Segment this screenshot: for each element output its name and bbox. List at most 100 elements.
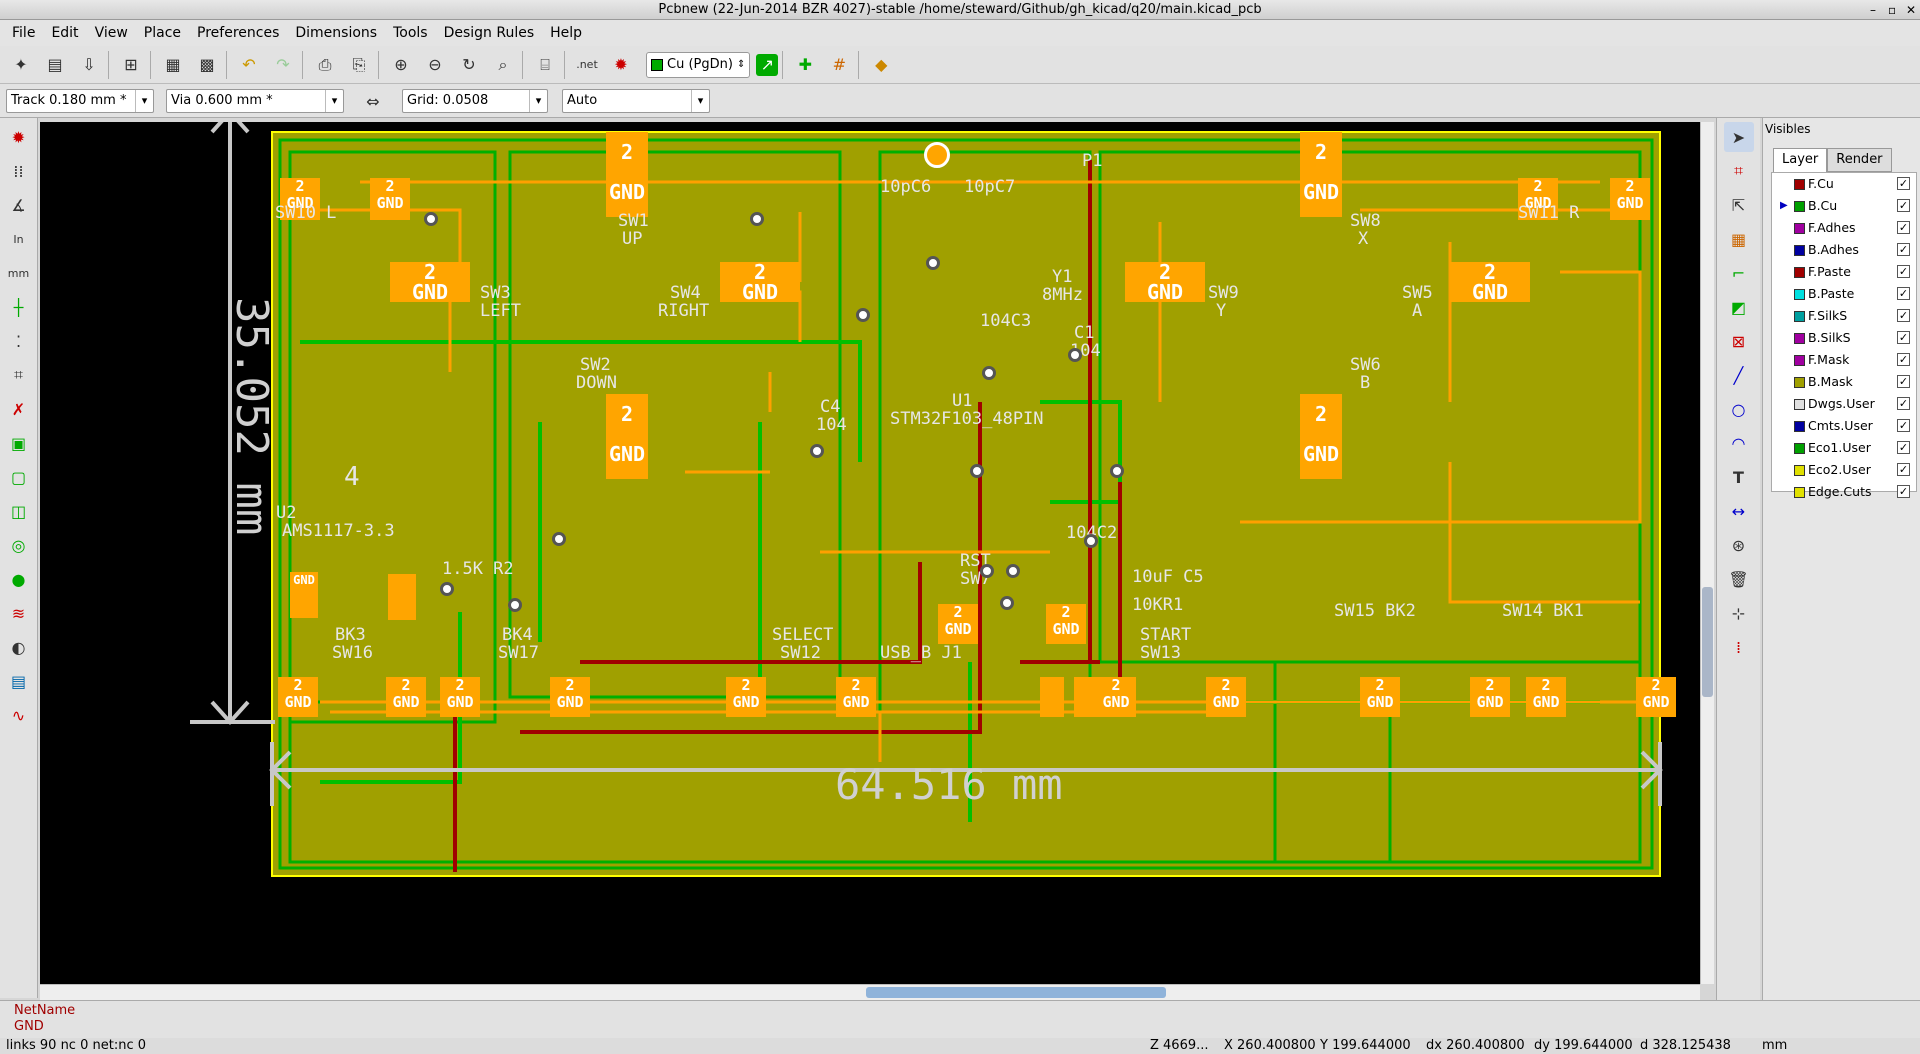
- layer-row[interactable]: Eco1.User ✓: [1772, 437, 1916, 459]
- via[interactable]: [980, 564, 994, 578]
- units-mm-icon[interactable]: mm: [4, 258, 34, 288]
- add-track-icon[interactable]: ⌐: [1724, 258, 1754, 288]
- add-keepout-icon[interactable]: ⊠: [1724, 326, 1754, 356]
- units-inch-icon[interactable]: In: [4, 224, 34, 254]
- layer-name[interactable]: F.Cu: [1808, 173, 1834, 195]
- layer-name[interactable]: F.SilkS: [1808, 305, 1847, 327]
- find-icon[interactable]: ⌸: [530, 50, 560, 80]
- layer-visible-checkbox[interactable]: ✓: [1897, 177, 1910, 190]
- pad-sw17-gnd[interactable]: 2 GND: [440, 677, 480, 717]
- freeroute-icon[interactable]: ◆: [866, 50, 896, 80]
- local-ratsnest-icon[interactable]: ⇱: [1724, 190, 1754, 220]
- zone-outline-icon[interactable]: ▢: [4, 462, 34, 492]
- read-netlist-icon[interactable]: .net: [572, 50, 602, 80]
- menu-file[interactable]: File: [4, 25, 43, 41]
- layer-name[interactable]: B.Adhes: [1808, 239, 1859, 261]
- via[interactable]: [1110, 464, 1124, 478]
- layer-color-swatch[interactable]: [1794, 311, 1805, 322]
- menu-tools[interactable]: Tools: [385, 25, 436, 41]
- layers-manager-icon[interactable]: ▤: [4, 666, 34, 696]
- via[interactable]: [856, 308, 870, 322]
- minimize-icon[interactable]: –: [1870, 0, 1876, 20]
- layer-row[interactable]: F.Mask ✓: [1772, 349, 1916, 371]
- layer-row[interactable]: F.SilkS ✓: [1772, 305, 1916, 327]
- tab-layer[interactable]: Layer: [1773, 148, 1828, 172]
- pad-sw12-gnd-b[interactable]: 2 GND: [836, 677, 876, 717]
- layer-color-swatch[interactable]: [1794, 421, 1805, 432]
- delete-icon[interactable]: 🗑: [1724, 564, 1754, 594]
- layer-color-swatch[interactable]: [1794, 355, 1805, 366]
- zoom-select[interactable]: Auto ▾: [562, 89, 710, 113]
- high-contrast-icon[interactable]: ◐: [4, 632, 34, 662]
- layer-color-swatch[interactable]: [1794, 487, 1805, 498]
- module-viewer-icon[interactable]: ▩: [192, 50, 222, 80]
- layer-visible-checkbox[interactable]: ✓: [1897, 243, 1910, 256]
- save-board-icon[interactable]: ⇩: [74, 50, 104, 80]
- via[interactable]: [552, 532, 566, 546]
- layer-visible-checkbox[interactable]: ✓: [1897, 419, 1910, 432]
- layer-name[interactable]: Eco1.User: [1808, 437, 1871, 459]
- layer-visible-checkbox[interactable]: ✓: [1897, 397, 1910, 410]
- grid-select[interactable]: Grid: 0.0508 ▾: [402, 89, 548, 113]
- module-editor-icon[interactable]: ▦: [158, 50, 188, 80]
- layer-color-swatch[interactable]: [1794, 289, 1805, 300]
- undo-icon[interactable]: ↶: [234, 50, 264, 80]
- drc-icon[interactable]: ✹: [606, 50, 636, 80]
- layer-color-swatch[interactable]: [1794, 443, 1805, 454]
- pad-j1-gnd[interactable]: [1040, 677, 1064, 717]
- layer-visible-checkbox[interactable]: ✓: [1897, 265, 1910, 278]
- layer-row[interactable]: Dwgs.User ✓: [1772, 393, 1916, 415]
- layer-visible-checkbox[interactable]: ✓: [1897, 309, 1910, 322]
- add-line-icon[interactable]: ╱: [1724, 360, 1754, 390]
- pad-sw10-2b[interactable]: 2 GND: [370, 178, 410, 220]
- set-origin-icon[interactable]: ⊹: [1724, 598, 1754, 628]
- via[interactable]: [508, 598, 522, 612]
- track-width-select[interactable]: Track 0.180 mm * ▾: [6, 89, 154, 113]
- menu-place[interactable]: Place: [136, 25, 189, 41]
- layer-name[interactable]: B.Mask: [1808, 371, 1853, 393]
- pad-j1-gnd-b[interactable]: [1074, 677, 1098, 717]
- highlight-net-icon[interactable]: ⌗: [1724, 156, 1754, 186]
- layer-color-swatch[interactable]: [1794, 179, 1805, 190]
- layer-row[interactable]: F.Cu ✓: [1772, 173, 1916, 195]
- auto-track-width-icon[interactable]: ⇔: [358, 86, 388, 116]
- via[interactable]: [970, 464, 984, 478]
- layer-visible-checkbox[interactable]: ✓: [1897, 199, 1910, 212]
- layer-row[interactable]: F.Paste ✓: [1772, 261, 1916, 283]
- zoom-in-icon[interactable]: ⊕: [386, 50, 416, 80]
- layer-name[interactable]: Edge.Cuts: [1808, 481, 1872, 503]
- layer-color-swatch[interactable]: [1794, 245, 1805, 256]
- select-arrow-icon[interactable]: ➤: [1723, 122, 1754, 152]
- menu-edit[interactable]: Edit: [43, 25, 86, 41]
- layer-name[interactable]: B.SilkS: [1808, 327, 1851, 349]
- layer-color-swatch[interactable]: [1794, 377, 1805, 388]
- layer-row[interactable]: Edge.Cuts ✓: [1772, 481, 1916, 503]
- layer-name[interactable]: Cmts.User: [1808, 415, 1873, 437]
- horizontal-scrollbar[interactable]: [40, 984, 1700, 1000]
- mode-module-icon[interactable]: ✚: [790, 50, 820, 80]
- layer-name[interactable]: F.Adhes: [1808, 217, 1856, 239]
- pad-sw5-gnd[interactable]: 2 GND: [1450, 262, 1530, 302]
- layer-color-swatch[interactable]: [1794, 201, 1805, 212]
- polar-coords-icon[interactable]: ∡: [4, 190, 34, 220]
- layer-visible-checkbox[interactable]: ✓: [1897, 331, 1910, 344]
- via-p1[interactable]: [924, 142, 950, 168]
- via[interactable]: [1006, 564, 1020, 578]
- via-size-select[interactable]: Via 0.600 mm * ▾: [166, 89, 344, 113]
- microwave-icon[interactable]: ∿: [4, 700, 34, 730]
- layer-name[interactable]: B.Cu: [1808, 195, 1837, 217]
- pad-u2-5v[interactable]: [388, 574, 416, 620]
- pad-sw13-gnd[interactable]: 2 GND: [1096, 677, 1136, 717]
- ratsnest-icon[interactable]: ⁚: [4, 326, 34, 356]
- redo-icon[interactable]: ↷: [268, 50, 298, 80]
- grid-toggle-icon[interactable]: ⁞⁞: [4, 156, 34, 186]
- add-target-icon[interactable]: ⊛: [1724, 530, 1754, 560]
- tab-render[interactable]: Render: [1827, 148, 1892, 172]
- layer-visible-checkbox[interactable]: ✓: [1897, 287, 1910, 300]
- layer-row[interactable]: ▶ B.Cu ✓: [1772, 195, 1916, 217]
- layer-visible-checkbox[interactable]: ✓: [1897, 221, 1910, 234]
- pad-sw4-gnd[interactable]: 2 GND: [720, 262, 800, 302]
- layer-select[interactable]: Cu (PgDn) ⇕: [646, 51, 751, 78]
- via[interactable]: [926, 256, 940, 270]
- pad-sw6-gnd[interactable]: 2 GND: [1300, 394, 1342, 479]
